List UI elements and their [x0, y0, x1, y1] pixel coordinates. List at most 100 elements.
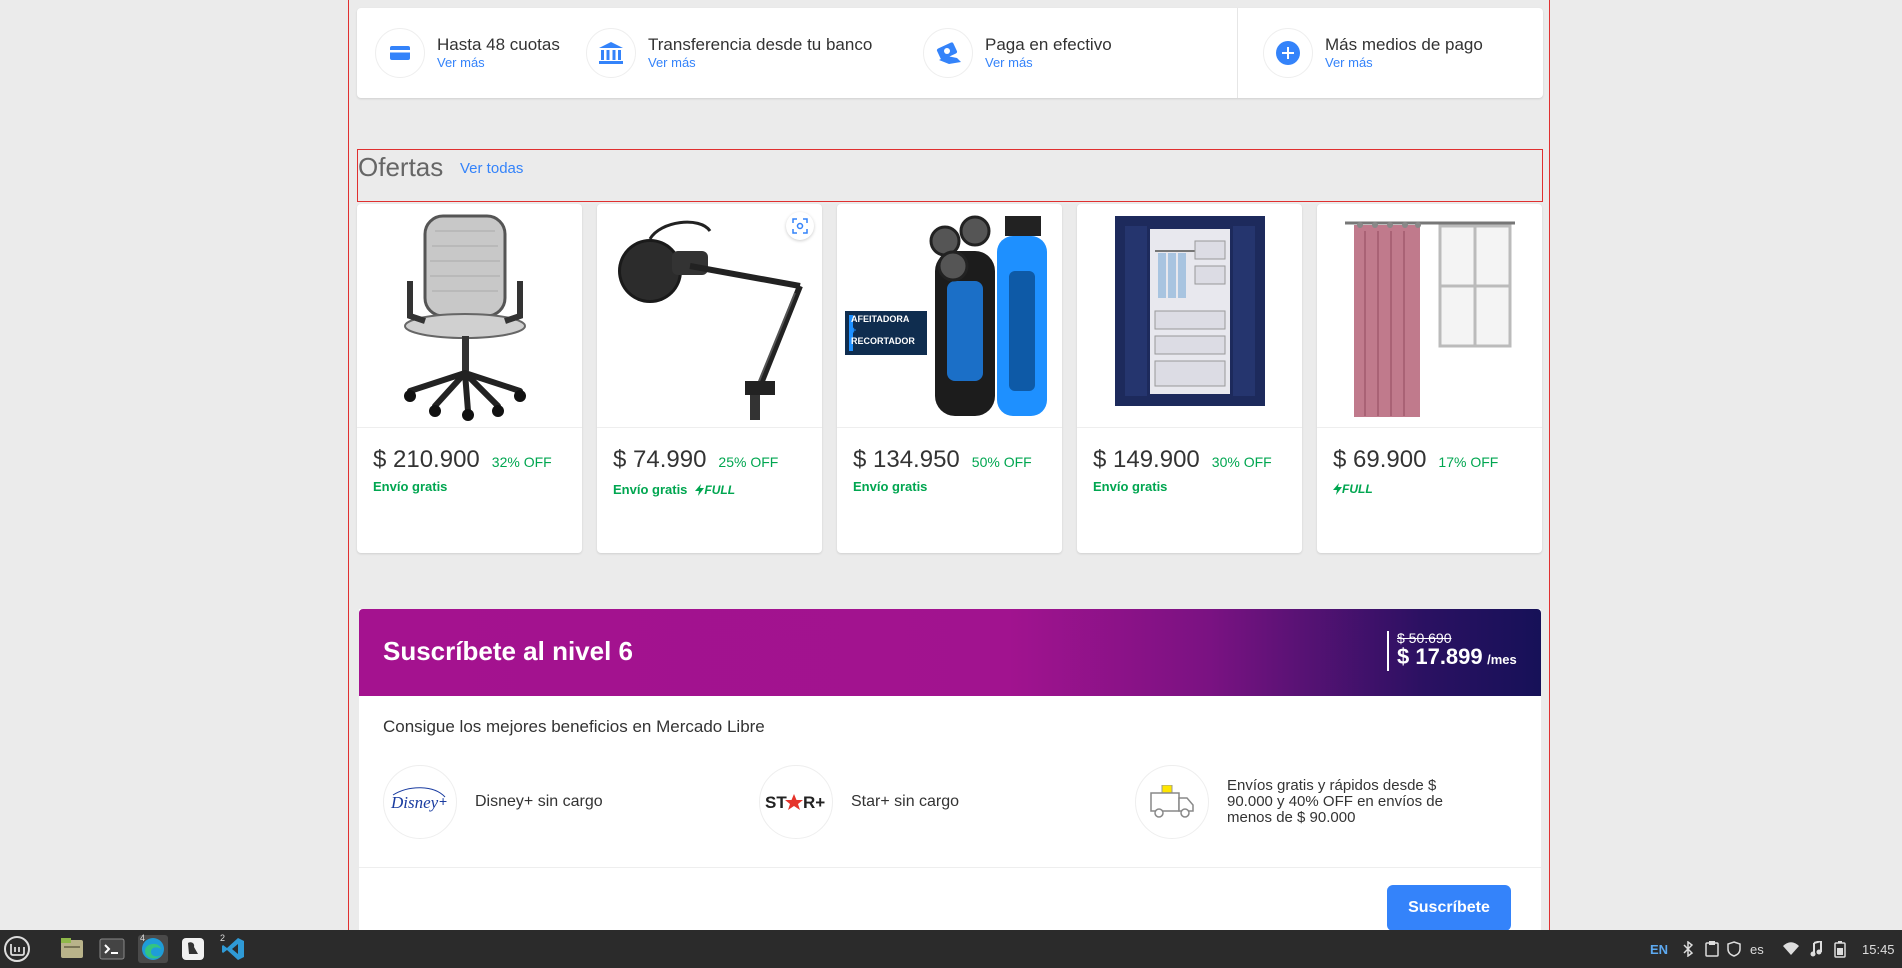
- free-shipping-label: Envío gratis: [853, 479, 928, 494]
- product-card[interactable]: AFEITADORA + RECORTADOR $ 134.950 50% OF…: [837, 204, 1062, 553]
- product-card[interactable]: $ 69.900 17% OFF FULL: [1317, 204, 1542, 553]
- see-more-link[interactable]: Ver más: [648, 55, 872, 71]
- wifi-icon[interactable]: [1782, 930, 1800, 968]
- payment-methods-bar: Hasta 48 cuotas Ver más Transferencia de…: [357, 8, 1543, 98]
- benefit-star: ST R+ Star+ sin cargo: [759, 765, 959, 839]
- free-shipping-label: Envío gratis: [373, 479, 448, 494]
- shield-icon[interactable]: [1727, 930, 1741, 968]
- image-caption-line: RECORTADOR: [851, 336, 915, 346]
- subscription-panel: Suscríbete al nivel 6 $ 50.690 $ 17.899 …: [359, 609, 1541, 931]
- free-shipping-label: Envío gratis: [613, 482, 688, 497]
- payment-more-methods[interactable]: Más medios de pago Ver más: [1263, 8, 1483, 98]
- payment-title: Paga en efectivo: [985, 35, 1112, 54]
- edge-browser-icon[interactable]: 4: [138, 933, 168, 963]
- battery-icon[interactable]: [1834, 930, 1846, 968]
- new-price: $ 17.899: [1397, 644, 1483, 669]
- benefit-text: Disney+ sin cargo: [475, 793, 603, 810]
- lightning-icon: [695, 483, 705, 496]
- bank-icon: [586, 28, 636, 78]
- zoom-image-button[interactable]: [786, 212, 814, 240]
- divider: [1237, 8, 1238, 98]
- full-badge: FULL: [1333, 482, 1373, 496]
- app-window-icon[interactable]: [178, 935, 208, 963]
- subscribe-button[interactable]: Suscríbete: [1387, 885, 1511, 931]
- language-label: EN: [1650, 941, 1669, 957]
- product-image-office-chair[interactable]: [357, 204, 582, 428]
- vscode-icon[interactable]: 2: [218, 933, 248, 963]
- zoom-icon: [792, 218, 808, 234]
- benefit-shipping: Envíos gratis y rápidos desde $ 90.000 y…: [1135, 765, 1457, 839]
- product-price-row: $ 134.950 50% OFF: [853, 446, 1032, 474]
- clock[interactable]: 15:45: [1862, 930, 1895, 968]
- subscription-price: $ 50.690 $ 17.899 /mes: [1387, 631, 1517, 671]
- see-more-link[interactable]: Ver más: [1325, 55, 1483, 71]
- full-label: FULL: [1342, 482, 1373, 496]
- product-price-row: $ 74.990 25% OFF: [613, 446, 778, 474]
- discount-label: 32% OFF: [491, 454, 552, 470]
- plus-icon: [1263, 28, 1313, 78]
- svg-text:ST: ST: [765, 793, 787, 812]
- full-badge: FULL: [695, 483, 735, 497]
- product-image-shaver-trimmer[interactable]: AFEITADORA + RECORTADOR: [837, 204, 1062, 428]
- svg-text:Disney: Disney: [390, 793, 439, 812]
- see-more-link[interactable]: Ver más: [985, 55, 1112, 71]
- image-caption-line: +: [851, 325, 857, 335]
- product-image-fabric-wardrobe[interactable]: [1077, 204, 1302, 428]
- shipping-info: Envío gratis: [373, 479, 447, 494]
- payment-title: Transferencia desde tu banco: [648, 35, 873, 54]
- payment-installments[interactable]: Hasta 48 cuotas Ver más: [375, 8, 560, 98]
- image-caption-line: AFEITADORA: [851, 314, 910, 324]
- payment-title: Más medios de pago: [1325, 35, 1483, 54]
- product-price: $ 210.900: [373, 446, 480, 473]
- offers-title: Ofertas: [358, 152, 444, 182]
- offers-header: Ofertas Ver todas: [357, 149, 1543, 202]
- benefit-disney: Disney + Disney+ sin cargo: [383, 765, 603, 839]
- window-count-badge: 4: [140, 933, 146, 943]
- product-card[interactable]: $ 210.900 32% OFF Envío gratis: [357, 204, 582, 553]
- benefit-text: Envíos gratis y rápidos desde $ 90.000 y…: [1227, 777, 1443, 826]
- shipping-info: Envío gratis: [853, 479, 927, 494]
- terminal-icon[interactable]: [97, 935, 127, 963]
- discount-label: 50% OFF: [971, 454, 1032, 470]
- see-more-link[interactable]: Ver más: [437, 55, 560, 71]
- credit-card-icon: [375, 28, 425, 78]
- view-all-offers-link[interactable]: Ver todas: [460, 160, 523, 177]
- product-price-row: $ 69.900 17% OFF: [1333, 446, 1498, 474]
- image-caption: AFEITADORA + RECORTADOR: [851, 314, 915, 347]
- cash-icon: [923, 28, 973, 78]
- discount-label: 25% OFF: [718, 454, 779, 470]
- keyboard-label: es: [1750, 941, 1764, 957]
- product-image-curtain[interactable]: [1317, 204, 1542, 428]
- product-image-microphone-arm[interactable]: [597, 204, 822, 428]
- subscription-banner: Suscríbete al nivel 6 $ 50.690 $ 17.899 …: [359, 609, 1541, 696]
- old-price: $ 50.690: [1397, 630, 1452, 646]
- payment-title: Hasta 48 cuotas: [437, 35, 560, 54]
- discount-label: 17% OFF: [1438, 454, 1499, 470]
- star-plus-logo: ST R+: [759, 765, 833, 839]
- product-card[interactable]: $ 149.900 30% OFF Envío gratis: [1077, 204, 1302, 553]
- disney-plus-logo: Disney +: [383, 765, 457, 839]
- payment-bank-transfer[interactable]: Transferencia desde tu banco Ver más: [586, 8, 872, 98]
- language-indicator[interactable]: EN: [1650, 930, 1668, 968]
- divider: [359, 867, 1541, 868]
- product-price: $ 134.950: [853, 446, 960, 473]
- subscription-description: Consigue los mejores beneficios en Merca…: [383, 717, 765, 736]
- music-note-icon[interactable]: [1810, 930, 1822, 968]
- file-manager-icon[interactable]: [57, 935, 87, 963]
- bluetooth-icon[interactable]: [1683, 930, 1693, 968]
- shipping-info: Envío gratis: [1093, 479, 1167, 494]
- clock-time: 15:45: [1862, 941, 1895, 957]
- svg-text:R+: R+: [803, 793, 825, 812]
- shipping-info: FULL: [1333, 482, 1373, 496]
- keyboard-layout-indicator[interactable]: es: [1750, 930, 1764, 968]
- window-count-badge: 2: [220, 933, 226, 943]
- product-card[interactable]: $ 74.990 25% OFF Envío gratis FULL: [597, 204, 822, 553]
- subscription-title: Suscríbete al nivel 6: [383, 636, 634, 666]
- clipboard-icon[interactable]: [1705, 930, 1719, 968]
- mint-menu-icon[interactable]: [2, 935, 32, 963]
- price-period: /mes: [1487, 652, 1517, 667]
- lightning-icon: [1333, 483, 1342, 495]
- delivery-truck-icon: [1135, 765, 1209, 839]
- payment-cash[interactable]: Paga en efectivo Ver más: [923, 8, 1112, 98]
- free-shipping-label: Envío gratis: [1093, 479, 1168, 494]
